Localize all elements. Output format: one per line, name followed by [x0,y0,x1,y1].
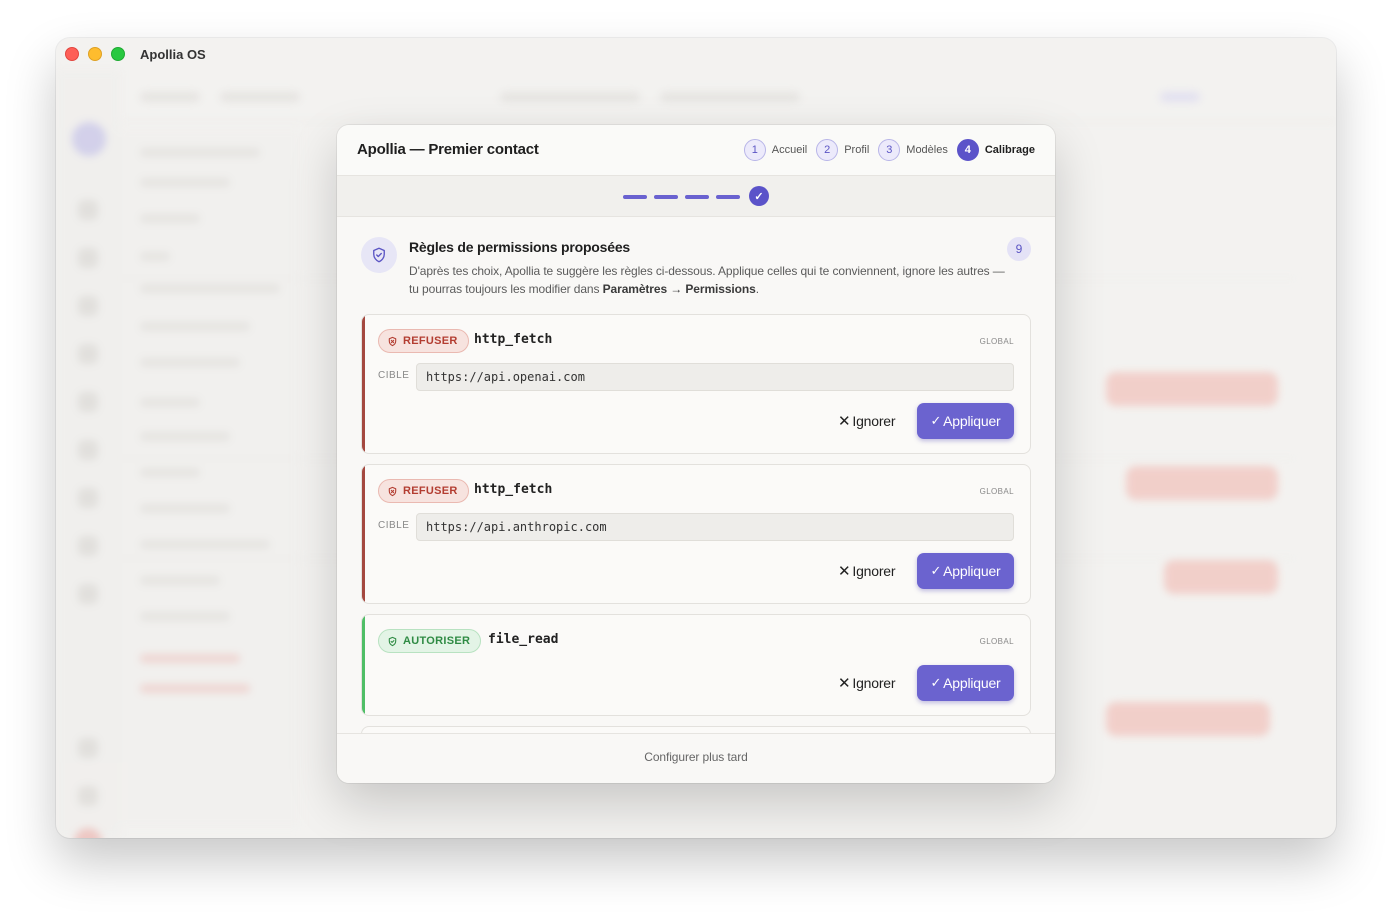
rail-icon [78,392,98,412]
rail-icon [78,344,98,364]
step-profil[interactable]: 2 Profil [816,139,869,161]
target-field[interactable]: https://api.openai.com [416,363,1014,391]
modal-header: Apollia — Premier contact 1 Accueil 2 Pr… [337,125,1055,176]
close-icon: ✕ [838,413,851,430]
rail-icon [78,296,98,316]
close-icon: ✕ [838,563,851,580]
step-label: Accueil [771,144,808,156]
progress-check-icon: ✓ [749,186,769,206]
ignore-button[interactable]: ✕ Ignorer [838,557,896,585]
title-bar: Apollia OS [56,38,1336,70]
shield-x-icon [387,336,398,347]
check-icon: ✓ [930,675,942,690]
window-title: Apollia OS [140,47,206,62]
rail-icon [78,584,98,604]
apply-button[interactable]: ✓ Appliquer [917,403,1014,439]
scope-label: GLOBAL [979,637,1014,646]
rule-card [361,726,1031,733]
section-title: Règles de permissions proposées [409,239,630,255]
progress-dash [716,195,740,199]
step-number: 4 [956,139,979,161]
permissions-link-text: Permissions [685,282,756,296]
rule-count-badge: 9 [1007,237,1031,261]
onboarding-modal: Apollia — Premier contact 1 Accueil 2 Pr… [337,125,1055,783]
zoom-window-button[interactable] [111,47,125,61]
rail-icon [78,248,98,268]
modal-title: Apollia — Premier contact [357,141,539,158]
step-modeles[interactable]: 3 Modèles [878,139,948,161]
top-bar [120,70,1336,122]
rail-icon [78,786,98,806]
progress-dash [685,195,709,199]
step-label: Calibrage [984,144,1035,156]
modal-footer: Configurer plus tard [337,733,1055,783]
rail-icon [78,440,98,460]
step-label: Profil [844,144,870,156]
tool-name: http_fetch [474,332,553,347]
avatar [72,122,106,156]
rail-icon [78,200,98,220]
user-icon [74,828,102,838]
section-description: D'après tes choix, Apollia te suggère le… [409,264,1005,296]
scope-label: GLOBAL [979,337,1014,346]
progress-dash [654,195,678,199]
scope-label: GLOBAL [979,487,1014,496]
rule-card: REFUSER http_fetch GLOBAL CIBLE https://… [361,314,1031,454]
settings-link-text: Paramètres [602,282,668,296]
apply-button[interactable]: ✓ Appliquer [917,665,1014,701]
check-icon: ✓ [930,413,942,428]
shield-check-icon [387,636,398,647]
rail-icon [78,536,98,556]
apply-button[interactable]: ✓ Appliquer [917,553,1014,589]
rule-card: AUTORISER file_read GLOBAL ✕ Ignorer ✓ App… [361,614,1031,716]
tool-name: http_fetch [474,482,553,497]
allow-badge: AUTORISER [378,629,482,653]
check-icon: ✓ [930,563,942,578]
ignore-button[interactable]: ✕ Ignorer [838,407,896,435]
close-icon: ✕ [838,675,851,692]
deny-badge: REFUSER [378,479,469,503]
shield-check-icon [361,237,397,273]
step-accueil[interactable]: 1 Accueil [743,139,808,161]
stepper: 1 Accueil 2 Profil 3 Modèles 4 Calibrage [735,139,1035,161]
nav-rail [56,70,120,838]
step-label: Modèles [906,144,948,156]
rail-icon [78,488,98,508]
minimize-window-button[interactable] [88,47,102,61]
step-number: 2 [816,139,839,161]
tool-name: file_read [488,632,559,647]
target-field[interactable]: https://api.anthropic.com [416,513,1014,541]
progress-dash [623,195,647,199]
step-calibrage[interactable]: 4 Calibrage [956,139,1035,161]
close-window-button[interactable] [65,47,79,61]
ignore-button[interactable]: ✕ Ignorer [838,669,896,697]
rule-card: REFUSER http_fetch GLOBAL CIBLE https://… [361,464,1031,604]
progress-indicator: ✓ [337,176,1055,217]
shield-x-icon [387,486,398,497]
target-label: CIBLE [378,370,410,381]
deny-badge: REFUSER [378,329,469,353]
configure-later-button[interactable]: Configurer plus tard [337,750,1055,764]
step-number: 3 [878,139,901,161]
sidebar [120,128,300,828]
target-label: CIBLE [378,520,410,531]
rail-icon [78,738,98,758]
modal-content[interactable]: Règles de permissions proposées 9 D'aprè… [337,217,1055,733]
step-number: 1 [743,139,766,161]
